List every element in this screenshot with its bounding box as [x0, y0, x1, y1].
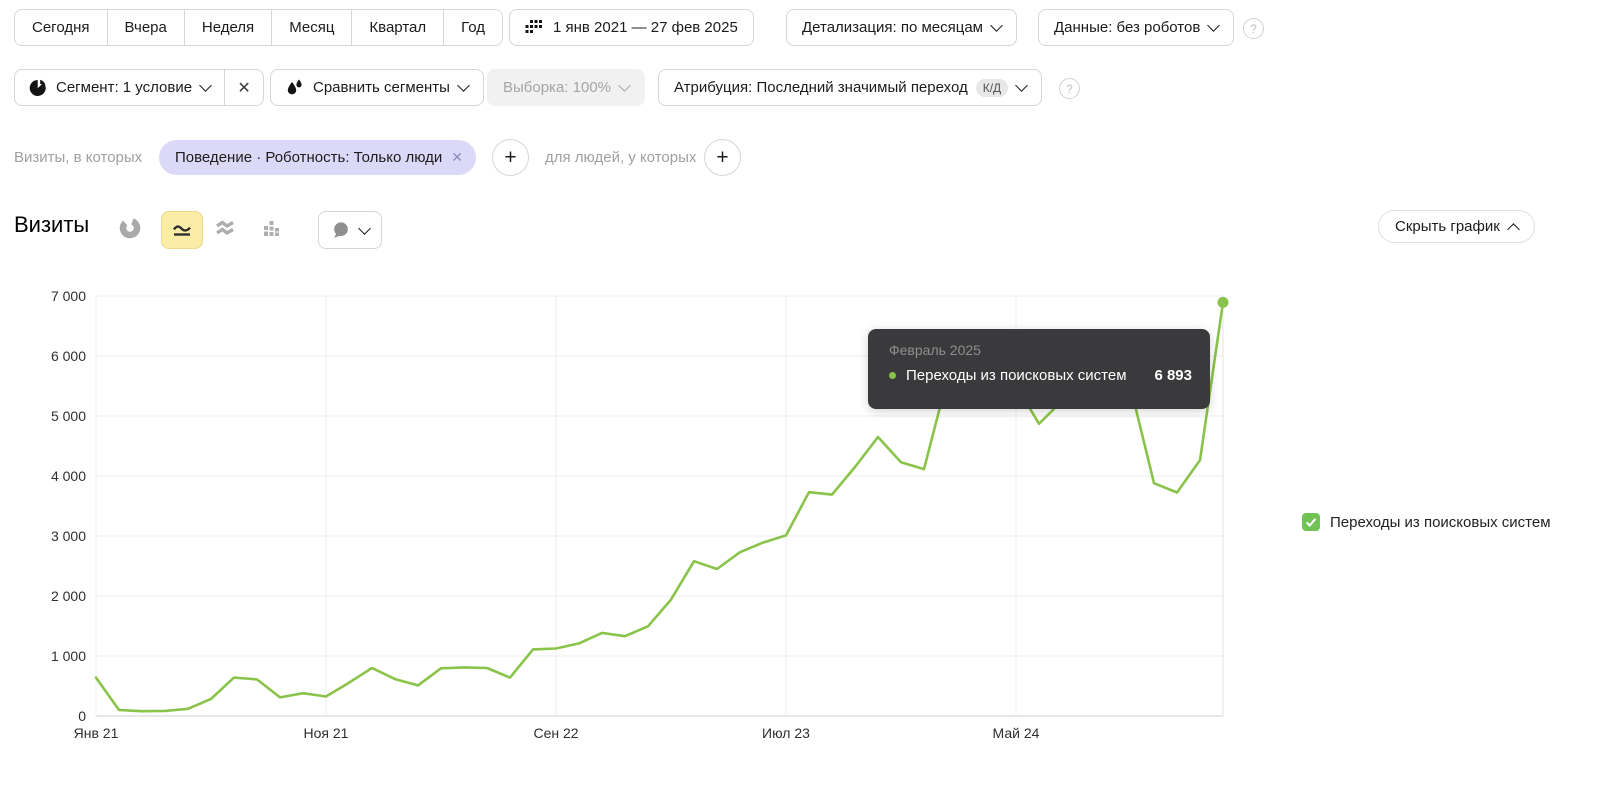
period-yesterday-label: Вчера [124, 19, 167, 36]
chevron-down-icon [199, 79, 212, 92]
svg-text:Янв 21: Янв 21 [74, 725, 119, 741]
chart-type-stacked-button[interactable] [214, 217, 236, 239]
question-mark: ? [1066, 81, 1073, 96]
visits-condition-label: Визиты, в которых [14, 149, 143, 166]
add-visit-condition-button[interactable]: + [492, 139, 529, 176]
chevron-down-icon [1207, 19, 1221, 32]
segment-main-button[interactable]: Сегмент: 1 условие [15, 70, 224, 105]
tooltip-month-label: Февраль 2025 [889, 342, 981, 358]
period-week-button[interactable]: Неделя [183, 10, 271, 45]
period-year-label: Год [461, 19, 486, 36]
period-month-button[interactable]: Месяц [271, 10, 351, 45]
period-today-button[interactable]: Сегодня [15, 10, 106, 45]
svg-text:1 000: 1 000 [51, 648, 86, 664]
svg-text:4 000: 4 000 [51, 468, 86, 484]
annotations-dropdown[interactable] [318, 211, 382, 249]
chip-remove-icon[interactable]: ✕ [451, 149, 463, 166]
chevron-down-icon [990, 19, 1003, 32]
period-year-button[interactable]: Год [443, 10, 502, 45]
period-quarter-label: Квартал [369, 19, 427, 36]
comment-bubble-icon [334, 222, 348, 238]
chevron-down-icon [457, 79, 470, 92]
page-title: Визиты [14, 212, 90, 237]
svg-text:Ноя 21: Ноя 21 [304, 725, 349, 741]
column-chart-icon [264, 221, 279, 236]
data-mode-dropdown[interactable]: Данные: без роботов [1038, 9, 1235, 46]
legend-label: Переходы из поисковых систем [1330, 513, 1551, 531]
chart-type-pie-button[interactable] [118, 216, 142, 240]
sampling-label: Выборка: 100% [503, 79, 611, 96]
series-dot-icon [889, 372, 896, 379]
plus-icon: + [504, 145, 517, 169]
svg-text:6 000: 6 000 [51, 348, 86, 364]
chevron-down-icon [358, 221, 371, 235]
question-mark: ? [1250, 21, 1257, 36]
segment-pie-icon [29, 79, 47, 97]
svg-text:Май 24: Май 24 [993, 725, 1040, 741]
tooltip-series-label: Переходы из поисковых систем [906, 367, 1127, 384]
compare-segments-dropdown[interactable]: Сравнить сегменты [270, 69, 484, 106]
calendar-grid-icon [525, 20, 542, 35]
help-icon[interactable]: ? [1243, 18, 1264, 39]
date-range-button[interactable]: 1 янв 2021 — 27 фев 2025 [509, 9, 754, 46]
attribution-dropdown[interactable]: Атрибуция: Последний значимый переход К/… [658, 69, 1043, 106]
attribution-label: Атрибуция: Последний значимый переход [674, 79, 968, 96]
svg-text:0: 0 [78, 708, 86, 724]
chart-tooltip: Февраль 2025 Переходы из поисковых систе… [868, 329, 1210, 409]
segment-condition-chip[interactable]: Поведение · Роботность: Только люди ✕ [159, 140, 477, 175]
chart-type-line-button-selected[interactable] [161, 211, 203, 249]
period-today-label: Сегодня [32, 19, 90, 36]
segment-dropdown: Сегмент: 1 условие ✕ [14, 69, 265, 106]
period-yesterday-button[interactable]: Вчера [106, 10, 184, 45]
period-month-label: Месяц [289, 19, 335, 36]
detail-dropdown[interactable]: Детализация: по месяцам [786, 9, 1017, 46]
segment-clear-button[interactable]: ✕ [224, 70, 263, 105]
compare-droplets-icon [286, 79, 304, 96]
tooltip-series-row: Переходы из поисковых систем 6 893 [889, 367, 1192, 384]
checkmark-icon [1305, 518, 1317, 528]
help-icon[interactable]: ? [1059, 78, 1080, 99]
add-people-condition-button[interactable]: + [704, 139, 741, 176]
sampling-dropdown[interactable]: Выборка: 100% [487, 69, 645, 106]
svg-text:3 000: 3 000 [51, 528, 86, 544]
period-quarter-button[interactable]: Квартал [351, 10, 443, 45]
attribution-badge: К/Д [975, 78, 1009, 97]
yandex-metrica-visits-page: Сегодня Вчера Неделя Месяц Квартал Год 1… [0, 0, 1600, 808]
pie-chart-icon [119, 217, 141, 239]
hide-chart-label: Скрыть график [1395, 218, 1500, 235]
hide-chart-button[interactable]: Скрыть график [1378, 210, 1535, 243]
svg-text:7 000: 7 000 [51, 288, 86, 304]
period-week-label: Неделя [201, 19, 255, 36]
chip-label: Поведение · Роботность: Только люди [175, 149, 443, 166]
stacked-area-icon [216, 220, 234, 236]
data-mode-label: Данные: без роботов [1054, 19, 1201, 36]
chevron-down-icon [618, 79, 631, 92]
chevron-up-icon [1506, 222, 1520, 236]
detail-label: Детализация: по месяцам [802, 19, 983, 36]
people-condition-label: для людей, у которых [545, 149, 697, 166]
compare-segments-label: Сравнить сегменты [313, 79, 450, 96]
date-range-label: 1 янв 2021 — 27 фев 2025 [553, 19, 738, 36]
tooltip-series-value: 6 893 [1154, 367, 1192, 384]
chart-type-columns-button[interactable] [260, 216, 284, 240]
svg-text:Сен 22: Сен 22 [533, 725, 578, 741]
chevron-down-icon [1015, 79, 1029, 92]
legend-item-search-traffic[interactable]: Переходы из поисковых систем [1302, 513, 1551, 531]
period-segmented-control: Сегодня Вчера Неделя Месяц Квартал Год [14, 9, 504, 46]
svg-text:5 000: 5 000 [51, 408, 86, 424]
segment-label: Сегмент: 1 условие [56, 79, 193, 96]
legend-checkbox-checked[interactable] [1302, 513, 1320, 531]
close-icon: ✕ [237, 79, 251, 97]
plus-icon: + [716, 145, 729, 169]
line-chart-icon [173, 225, 191, 236]
svg-text:Июл 23: Июл 23 [762, 725, 810, 741]
svg-text:2 000: 2 000 [51, 588, 86, 604]
